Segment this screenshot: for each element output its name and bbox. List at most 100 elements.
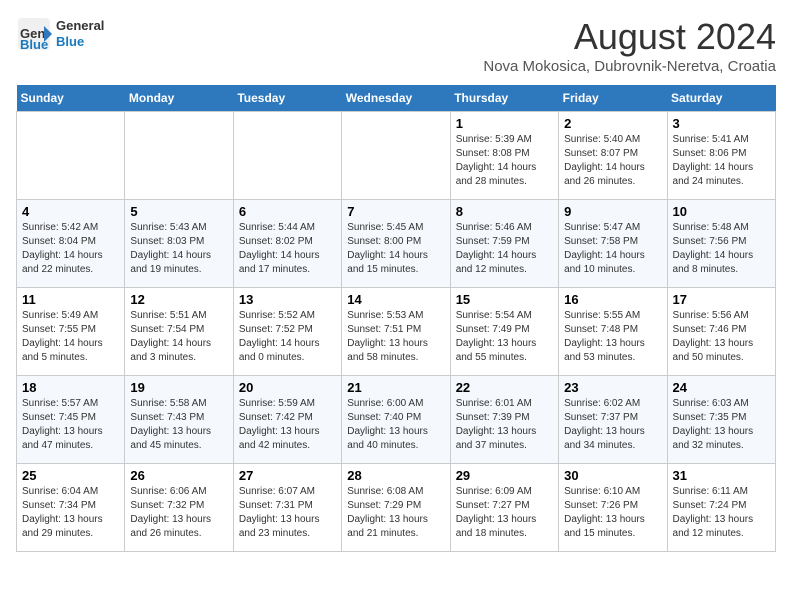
day-number: 28 (347, 468, 444, 483)
day-cell: 6Sunrise: 5:44 AM Sunset: 8:02 PM Daylig… (233, 200, 341, 288)
day-info: Sunrise: 5:39 AM Sunset: 8:08 PM Dayligh… (456, 133, 553, 189)
day-number: 25 (22, 468, 119, 483)
day-number: 15 (456, 292, 553, 307)
header-cell-sunday: Sunday (17, 85, 125, 112)
week-row-2: 4 Sunrise: 5:42 AM Sunset: 8:04 PM Daylig… (17, 200, 776, 288)
day-info: Sunrise: 5:42 AM Sunset: 8:04 PM Dayligh… (22, 221, 119, 277)
day-cell: 17 Sunrise: 5:56 AM Sunset: 7:46 PM Dayli… (667, 288, 775, 376)
day-info: Sunrise: 5:52 AM Sunset: 7:52 PM Dayligh… (239, 309, 336, 365)
day-cell: 7Sunrise: 5:45 AM Sunset: 8:00 PM Daylig… (342, 200, 450, 288)
day-info: Sunrise: 6:03 AM Sunset: 7:35 PM Dayligh… (673, 397, 770, 453)
day-cell: 2 Sunrise: 5:40 AM Sunset: 8:07 PM Daylig… (559, 112, 667, 200)
day-cell: 13 Sunrise: 5:52 AM Sunset: 7:52 PM Dayli… (233, 288, 341, 376)
day-number: 21 (347, 380, 444, 395)
day-cell: 24 Sunrise: 6:03 AM Sunset: 7:35 PM Dayli… (667, 376, 775, 464)
month-year: August 2024 (483, 16, 776, 58)
day-number: 13 (239, 292, 336, 307)
day-info: Sunrise: 6:08 AM Sunset: 7:29 PM Dayligh… (347, 485, 444, 541)
header-cell-saturday: Saturday (667, 85, 775, 112)
day-cell: 22 Sunrise: 6:01 AM Sunset: 7:39 PM Dayli… (450, 376, 558, 464)
day-info: Sunrise: 5:57 AM Sunset: 7:45 PM Dayligh… (22, 397, 119, 453)
week-row-4: 18 Sunrise: 5:57 AM Sunset: 7:45 PM Dayli… (17, 376, 776, 464)
day-info: Sunrise: 6:06 AM Sunset: 7:32 PM Dayligh… (130, 485, 227, 541)
day-cell: 10Sunrise: 5:48 AM Sunset: 7:56 PM Dayli… (667, 200, 775, 288)
day-number: 19 (130, 380, 227, 395)
day-cell: 30 Sunrise: 6:10 AM Sunset: 7:26 PM Dayli… (559, 464, 667, 552)
day-number: 29 (456, 468, 553, 483)
day-cell: 27Sunrise: 6:07 AM Sunset: 7:31 PM Dayli… (233, 464, 341, 552)
logo-blue: Blue (56, 34, 104, 50)
title-section: August 2024 Nova Mokosica, Dubrovnik-Ner… (483, 16, 776, 75)
day-info: Sunrise: 5:53 AM Sunset: 7:51 PM Dayligh… (347, 309, 444, 365)
day-cell: 3 Sunrise: 5:41 AM Sunset: 8:06 PM Daylig… (667, 112, 775, 200)
day-number: 11 (22, 292, 119, 307)
calendar-body: 1 Sunrise: 5:39 AM Sunset: 8:08 PM Daylig… (17, 112, 776, 552)
day-cell: 12Sunrise: 5:51 AM Sunset: 7:54 PM Dayli… (125, 288, 233, 376)
location: Nova Mokosica, Dubrovnik-Neretva, Croati… (483, 58, 776, 75)
day-number: 22 (456, 380, 553, 395)
day-cell: 4 Sunrise: 5:42 AM Sunset: 8:04 PM Daylig… (17, 200, 125, 288)
day-info: Sunrise: 5:55 AM Sunset: 7:48 PM Dayligh… (564, 309, 661, 365)
day-number: 17 (673, 292, 770, 307)
day-cell: 20Sunrise: 5:59 AM Sunset: 7:42 PM Dayli… (233, 376, 341, 464)
day-number: 2 (564, 116, 661, 131)
day-number: 31 (673, 468, 770, 483)
day-info: Sunrise: 5:46 AM Sunset: 7:59 PM Dayligh… (456, 221, 553, 277)
day-cell: 21 Sunrise: 6:00 AM Sunset: 7:40 PM Dayli… (342, 376, 450, 464)
day-info: Sunrise: 5:45 AM Sunset: 8:00 PM Dayligh… (347, 221, 444, 277)
header: Gen Blue General Blue August 2024 Nova M… (16, 16, 776, 75)
day-cell: 18 Sunrise: 5:57 AM Sunset: 7:45 PM Dayli… (17, 376, 125, 464)
day-cell: 11Sunrise: 5:49 AM Sunset: 7:55 PM Dayli… (17, 288, 125, 376)
day-cell: 25 Sunrise: 6:04 AM Sunset: 7:34 PM Dayli… (17, 464, 125, 552)
day-number: 26 (130, 468, 227, 483)
calendar-table: SundayMondayTuesdayWednesdayThursdayFrid… (16, 85, 776, 552)
day-number: 9 (564, 204, 661, 219)
day-info: Sunrise: 5:43 AM Sunset: 8:03 PM Dayligh… (130, 221, 227, 277)
header-cell-monday: Monday (125, 85, 233, 112)
day-number: 23 (564, 380, 661, 395)
day-cell: 15 Sunrise: 5:54 AM Sunset: 7:49 PM Dayli… (450, 288, 558, 376)
day-info: Sunrise: 5:44 AM Sunset: 8:02 PM Dayligh… (239, 221, 336, 277)
logo-icon: Gen Blue (16, 16, 52, 52)
day-info: Sunrise: 6:04 AM Sunset: 7:34 PM Dayligh… (22, 485, 119, 541)
day-number: 4 (22, 204, 119, 219)
day-cell: 9Sunrise: 5:47 AM Sunset: 7:58 PM Daylig… (559, 200, 667, 288)
day-number: 1 (456, 116, 553, 131)
day-number: 27 (239, 468, 336, 483)
day-cell: 19 Sunrise: 5:58 AM Sunset: 7:43 PM Dayli… (125, 376, 233, 464)
day-cell: 26 Sunrise: 6:06 AM Sunset: 7:32 PM Dayli… (125, 464, 233, 552)
day-cell (342, 112, 450, 200)
day-number: 18 (22, 380, 119, 395)
week-row-5: 25 Sunrise: 6:04 AM Sunset: 7:34 PM Dayli… (17, 464, 776, 552)
day-number: 8 (456, 204, 553, 219)
day-number: 24 (673, 380, 770, 395)
day-info: Sunrise: 6:02 AM Sunset: 7:37 PM Dayligh… (564, 397, 661, 453)
day-info: Sunrise: 5:54 AM Sunset: 7:49 PM Dayligh… (456, 309, 553, 365)
day-info: Sunrise: 5:51 AM Sunset: 7:54 PM Dayligh… (130, 309, 227, 365)
day-cell: 29 Sunrise: 6:09 AM Sunset: 7:27 PM Dayli… (450, 464, 558, 552)
day-number: 3 (673, 116, 770, 131)
day-cell: 8 Sunrise: 5:46 AM Sunset: 7:59 PM Daylig… (450, 200, 558, 288)
day-cell: 5Sunrise: 5:43 AM Sunset: 8:03 PM Daylig… (125, 200, 233, 288)
day-info: Sunrise: 5:56 AM Sunset: 7:46 PM Dayligh… (673, 309, 770, 365)
header-cell-thursday: Thursday (450, 85, 558, 112)
day-info: Sunrise: 5:41 AM Sunset: 8:06 PM Dayligh… (673, 133, 770, 189)
day-cell: 31 Sunrise: 6:11 AM Sunset: 7:24 PM Dayli… (667, 464, 775, 552)
day-cell: 28 Sunrise: 6:08 AM Sunset: 7:29 PM Dayli… (342, 464, 450, 552)
day-info: Sunrise: 6:10 AM Sunset: 7:26 PM Dayligh… (564, 485, 661, 541)
day-info: Sunrise: 6:09 AM Sunset: 7:27 PM Dayligh… (456, 485, 553, 541)
logo-general: General (56, 18, 104, 34)
day-info: Sunrise: 6:00 AM Sunset: 7:40 PM Dayligh… (347, 397, 444, 453)
day-info: Sunrise: 6:01 AM Sunset: 7:39 PM Dayligh… (456, 397, 553, 453)
day-info: Sunrise: 5:48 AM Sunset: 7:56 PM Dayligh… (673, 221, 770, 277)
day-info: Sunrise: 5:40 AM Sunset: 8:07 PM Dayligh… (564, 133, 661, 189)
day-info: Sunrise: 5:59 AM Sunset: 7:42 PM Dayligh… (239, 397, 336, 453)
week-row-3: 11Sunrise: 5:49 AM Sunset: 7:55 PM Dayli… (17, 288, 776, 376)
header-cell-friday: Friday (559, 85, 667, 112)
day-info: Sunrise: 5:58 AM Sunset: 7:43 PM Dayligh… (130, 397, 227, 453)
day-number: 16 (564, 292, 661, 307)
day-info: Sunrise: 6:11 AM Sunset: 7:24 PM Dayligh… (673, 485, 770, 541)
day-number: 30 (564, 468, 661, 483)
day-cell (125, 112, 233, 200)
svg-text:Blue: Blue (20, 37, 48, 52)
